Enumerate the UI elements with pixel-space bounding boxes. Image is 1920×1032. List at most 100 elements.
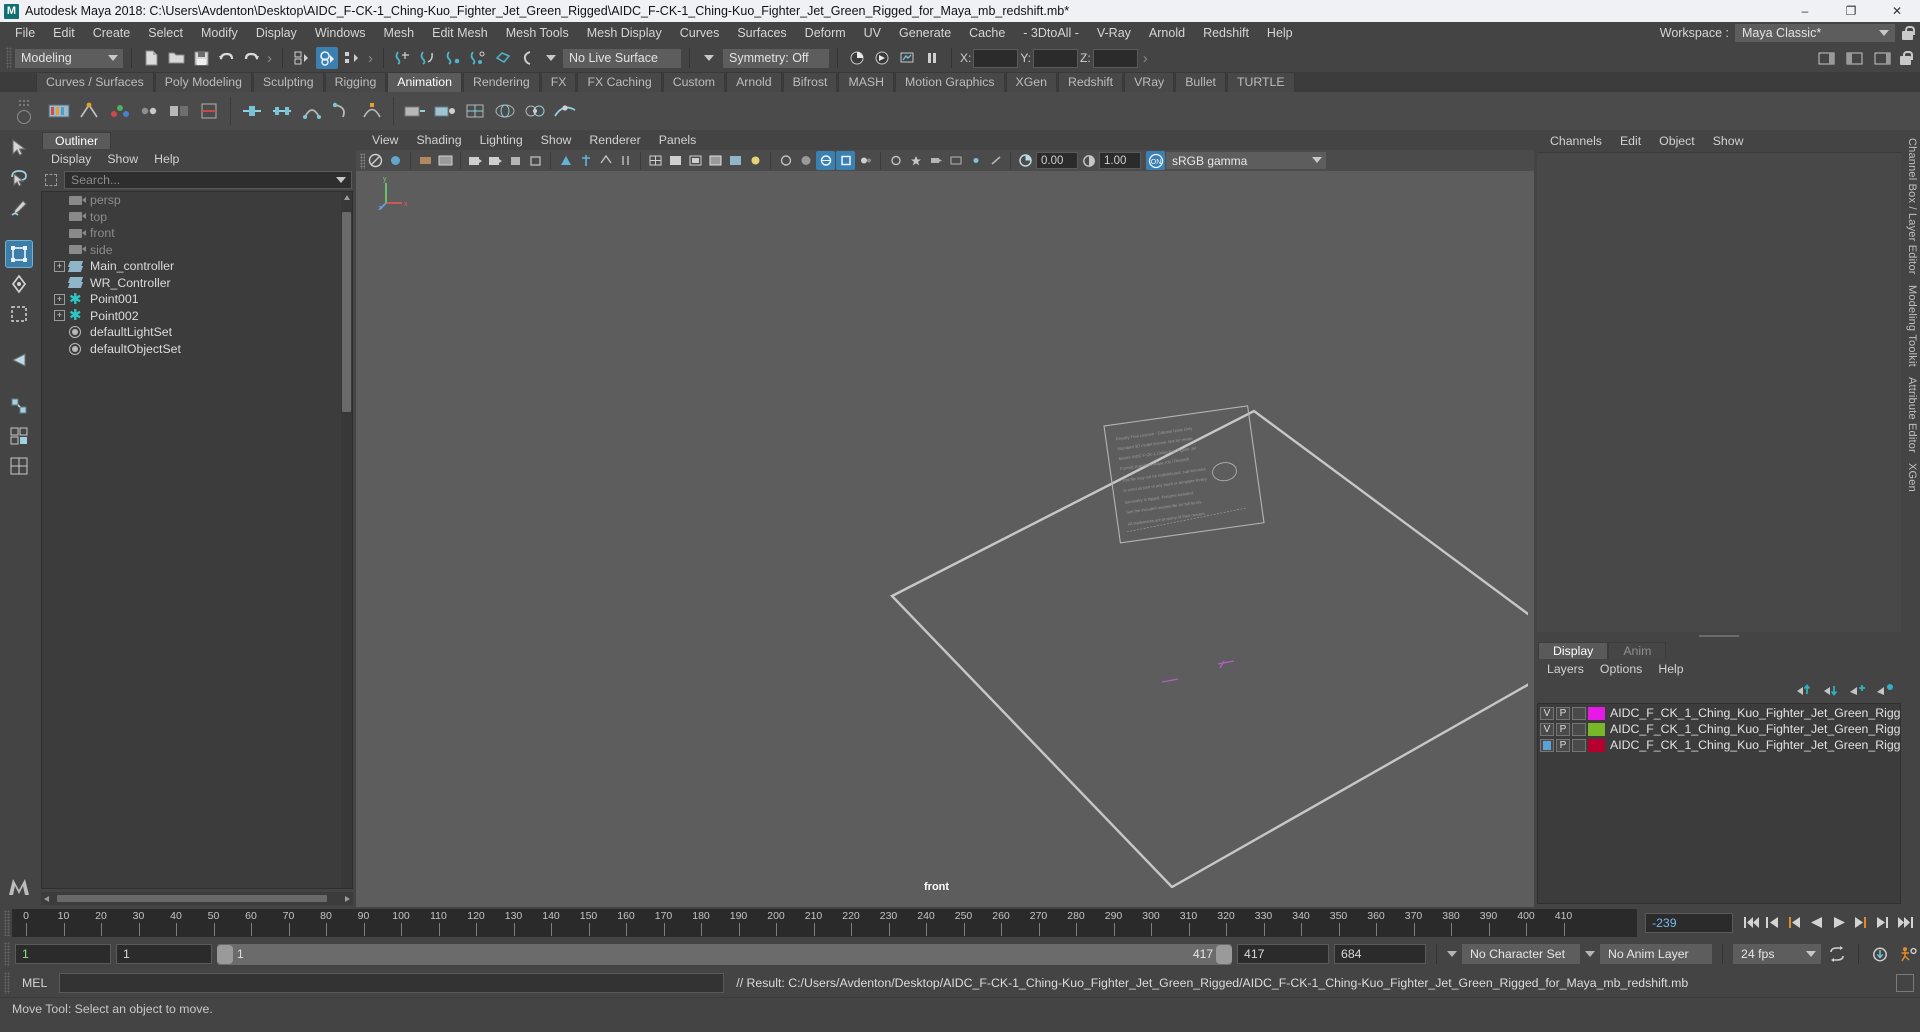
shelf-menu-icon[interactable] (17, 109, 31, 124)
menu-item-cache[interactable]: Cache (960, 24, 1014, 42)
shelf-tab-motion-graphics[interactable]: Motion Graphics (895, 72, 1005, 92)
play-backwards-icon[interactable] (1809, 915, 1826, 931)
viewport-menu-show[interactable]: Show (533, 132, 580, 148)
depth-of-field-icon[interactable] (856, 151, 875, 170)
redo-icon[interactable] (240, 47, 262, 69)
expand-toggle-icon[interactable]: + (54, 293, 65, 305)
move-layer-down-icon[interactable] (1822, 683, 1840, 697)
outliner-item[interactable]: top (42, 209, 352, 226)
vertical-tab-modeling-toolkit[interactable]: Modeling Toolkit (1906, 285, 1918, 367)
open-scene-icon[interactable] (165, 47, 187, 69)
character-set-selector[interactable]: No Character Set (1462, 944, 1580, 964)
shadow-map-icon[interactable] (776, 151, 795, 170)
layer-color-swatch[interactable] (1588, 722, 1605, 736)
color-management-dropdown[interactable]: sRGB gamma (1166, 152, 1326, 169)
select-camera-icon[interactable] (366, 151, 385, 170)
scale-tool-icon[interactable] (5, 300, 33, 328)
layer-color-swatch[interactable] (1588, 706, 1605, 720)
viewport-menu-shading[interactable]: Shading (408, 132, 469, 148)
range-end-field[interactable]: 417 (1237, 944, 1329, 964)
channelbox-menu-edit[interactable]: Edit (1612, 133, 1649, 149)
move-layer-up-icon[interactable] (1795, 683, 1813, 697)
outliner-item[interactable]: + ✱ Point002 (42, 308, 352, 325)
cycle-icon[interactable] (1826, 944, 1848, 964)
isolate-select-toggle-icon[interactable] (886, 151, 905, 170)
channel-box-content[interactable] (1537, 152, 1901, 632)
chevron-down-icon[interactable] (336, 177, 346, 183)
snap-to-grid-icon[interactable] (392, 47, 414, 69)
command-line-handle[interactable] (4, 972, 10, 994)
shadows-icon[interactable] (616, 151, 635, 170)
menu-item-generate[interactable]: Generate (890, 24, 960, 42)
smooth-shade-all-icon[interactable] (666, 151, 685, 170)
menu-item-edit[interactable]: Edit (44, 24, 84, 42)
panel-splitter[interactable] (1534, 632, 1904, 640)
go-to-start-icon[interactable] (1743, 915, 1760, 931)
expand-toggle-icon[interactable]: + (54, 260, 65, 272)
outliner-search-input[interactable]: Search... (64, 171, 352, 189)
vertical-tab-xgen[interactable]: XGen (1906, 463, 1918, 492)
snap-tools-icon[interactable] (5, 392, 33, 420)
range-slider-handle[interactable] (4, 942, 10, 966)
enable-ik-solver-icon[interactable] (329, 98, 355, 124)
make-live-icon[interactable] (517, 47, 539, 69)
shelf-tab-redshift[interactable]: Redshift (1057, 72, 1124, 92)
range-end-grip[interactable] (1216, 944, 1232, 964)
close-button[interactable]: ✕ (1874, 0, 1920, 22)
layer-color-swatch[interactable] (1588, 738, 1605, 752)
ik-handle-icon[interactable] (239, 98, 265, 124)
range-start-field[interactable]: 1 (116, 944, 212, 964)
new-layer-icon[interactable] (1849, 683, 1867, 697)
toggle-panel-layout-icon[interactable] (5, 452, 33, 480)
paint-select-tool-icon[interactable] (5, 194, 33, 222)
layer-display-type-toggle[interactable] (1572, 706, 1586, 720)
layer-playback-toggle[interactable]: P (1556, 722, 1570, 736)
viewport-menu-lighting[interactable]: Lighting (472, 132, 531, 148)
range-slider-bar[interactable]: 1 417 (217, 943, 1232, 965)
menu-item-display[interactable]: Display (247, 24, 306, 42)
shelf-tab-fx-caching[interactable]: FX Caching (577, 72, 662, 92)
shelf-tab-animation[interactable]: Animation (387, 72, 462, 92)
layer-display-type-toggle[interactable] (1572, 722, 1586, 736)
snap-to-curve-icon[interactable] (417, 47, 439, 69)
animation-preferences-icon[interactable] (1896, 944, 1920, 964)
vertical-tab-channel-box-layer-editor[interactable]: Channel Box / Layer Editor (1906, 138, 1918, 275)
resolution-gate-icon[interactable] (526, 151, 545, 170)
step-forward-frame-icon[interactable] (1853, 915, 1870, 931)
channelbox-menu-object[interactable]: Object (1651, 133, 1703, 149)
range-start-grip[interactable] (217, 944, 233, 964)
motion-blur-icon[interactable] (816, 151, 835, 170)
viewport-menu-renderer[interactable]: Renderer (581, 132, 648, 148)
create-lattice-icon[interactable] (462, 98, 488, 124)
set-key-rotate-icon[interactable] (106, 98, 132, 124)
3d-viewport[interactable]: Royalty Free License - Editorial Uses On… (356, 171, 1534, 907)
current-frame-field[interactable]: -239 (1645, 913, 1733, 933)
isolate-select-icon[interactable] (556, 151, 575, 170)
wireframe-on-shaded-icon[interactable] (706, 151, 725, 170)
new-scene-icon[interactable] (140, 47, 162, 69)
animation-end-time-field[interactable]: 684 (1334, 944, 1426, 964)
script-editor-icon[interactable] (1896, 974, 1914, 992)
animation-start-time-field[interactable]: 1 (15, 944, 111, 964)
menu-item-v-ray[interactable]: V-Ray (1088, 24, 1140, 42)
textured-icon[interactable] (726, 151, 745, 170)
snap-to-view-plane-icon[interactable] (492, 47, 514, 69)
expand-toggle-icon[interactable]: + (54, 310, 65, 322)
display-layer-row[interactable]: P AIDC_F_CK_1_Ching_Kuo_Fighter_Jet_Green… (1538, 737, 1900, 753)
menu-item-curves[interactable]: Curves (671, 24, 729, 42)
set-ik-fk-key-icon[interactable] (359, 98, 385, 124)
shelf-drag-handle[interactable] (18, 98, 30, 107)
move-tool-icon[interactable] (5, 240, 33, 268)
display-layer-row[interactable]: V P AIDC_F_CK_1_Ching_Kuo_Fighter_Jet_Gree… (1538, 705, 1900, 721)
display-layer-row[interactable]: V P AIDC_F_CK_1_Ching_Kuo_Fighter_Jet_Gree… (1538, 721, 1900, 737)
outliner-item[interactable]: side (42, 242, 352, 259)
layer-display-type-toggle[interactable] (1572, 738, 1586, 752)
outliner-menu-show[interactable]: Show (100, 151, 145, 167)
pause-render-icon[interactable] (921, 47, 943, 69)
y-input[interactable] (1033, 48, 1079, 68)
shelf-tab-bifrost[interactable]: Bifrost (782, 72, 838, 92)
shelf-tab-rendering[interactable]: Rendering (462, 72, 540, 92)
menu-item-mesh-tools[interactable]: Mesh Tools (497, 24, 578, 42)
menu-item-surfaces[interactable]: Surfaces (728, 24, 795, 42)
toggle-cameras-icon[interactable] (926, 151, 945, 170)
